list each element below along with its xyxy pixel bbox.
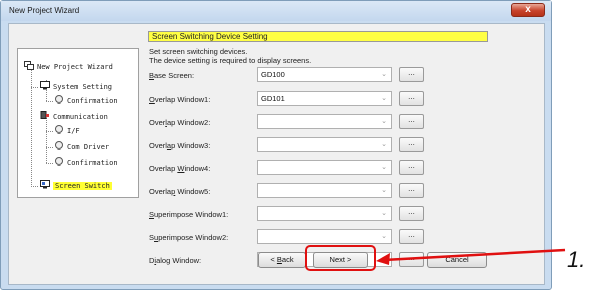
section-description: Set screen switching devices. The device… [149, 47, 311, 65]
overlap-window3-combo[interactable]: ⌄ [257, 137, 392, 152]
tree-item-screen-switch[interactable]: Screen Switch [40, 180, 112, 192]
chevron-down-icon: ⌄ [381, 164, 387, 171]
superimpose-window1-combo[interactable]: ⌄ [257, 206, 392, 221]
overlap-window2-combo[interactable]: ⌄ [257, 114, 392, 129]
tree-connector [46, 163, 53, 164]
system-setting-icon [40, 81, 50, 90]
com-driver-icon [55, 141, 63, 150]
screen-switch-icon [40, 180, 50, 189]
overlap-window2-label: Overlap Window2: [149, 118, 211, 127]
tree-connector [46, 101, 53, 102]
chevron-down-icon: ⌄ [381, 187, 387, 194]
description-line-2: The device setting is required to displa… [149, 56, 312, 65]
back-button[interactable]: < Back [258, 252, 306, 268]
close-button[interactable]: x [511, 3, 545, 17]
base-screen-label: Base Screen: [149, 71, 195, 80]
tree-item-if[interactable]: I/F [54, 125, 80, 137]
callout-step-label: 1. [567, 247, 586, 272]
next-button-highlight [305, 245, 376, 271]
dialog-window-label: Dialog Window: [149, 256, 202, 265]
wizard-step-tree: New Project Wizard System Setting Confir… [17, 48, 139, 198]
tree-connector [46, 118, 47, 163]
tree-item-label: New Project Wizard [37, 63, 113, 71]
chevron-down-icon: ⌄ [381, 141, 387, 148]
title-bar: New Project Wizard x [1, 1, 551, 21]
tree-item-label: Communication [53, 113, 108, 121]
overlap-window3-browse-button[interactable]: ... [399, 137, 424, 152]
description-line-1: Set screen switching devices. [149, 47, 248, 56]
base-screen-combo[interactable]: GD100 ⌄ [257, 67, 392, 82]
tree-connector [31, 87, 38, 88]
communication-icon [40, 111, 49, 119]
overlap-window5-combo[interactable]: ⌄ [257, 183, 392, 198]
tree-item-label: Confirmation [67, 159, 118, 167]
overlap-window4-browse-button[interactable]: ... [399, 160, 424, 175]
confirmation-icon [55, 157, 63, 166]
tree-item-communication[interactable]: Communication [40, 111, 108, 123]
tree-item-confirmation-1[interactable]: Confirmation [54, 95, 118, 107]
superimpose-window2-label: Superimpose Window2: [149, 233, 229, 242]
back-button-rest: ack [281, 255, 294, 264]
callout-arrow-icon [376, 248, 566, 265]
overlap-window3-label: Overlap Window3: [149, 141, 211, 150]
chevron-down-icon: ⌄ [381, 118, 387, 125]
superimpose-window1-browse-button[interactable]: ... [399, 206, 424, 221]
tree-item-com-driver[interactable]: Com Driver [54, 141, 109, 153]
confirmation-icon [55, 95, 63, 104]
base-screen-value: GD100 [261, 70, 285, 79]
overlap-window4-label: Overlap Window4: [149, 164, 211, 173]
tree-connector [31, 186, 38, 187]
window-title: New Project Wizard [9, 6, 80, 15]
chevron-down-icon: ⌄ [381, 210, 387, 217]
chevron-down-icon: ⌄ [381, 95, 387, 102]
section-header: Screen Switching Device Setting [148, 31, 488, 42]
project-wizard-icon [24, 61, 34, 70]
tree-item-label: Screen Switch [53, 182, 112, 190]
tree-item-label: Confirmation [67, 97, 118, 105]
tree-connector [46, 131, 53, 132]
overlap-window5-label: Overlap Window5: [149, 187, 211, 196]
tree-item-new-project-wizard[interactable]: New Project Wizard [24, 61, 113, 73]
tree-item-confirmation-2[interactable]: Confirmation [54, 157, 118, 169]
tree-item-label: I/F [67, 127, 80, 135]
overlap-window1-value: GD101 [261, 94, 285, 103]
overlap-window1-label: Overlap Window1: [149, 95, 211, 104]
tree-item-label: System Setting [53, 83, 113, 91]
chevron-down-icon: ⌄ [381, 71, 387, 78]
overlap-window1-browse-button[interactable]: ... [399, 91, 424, 106]
overlap-window2-browse-button[interactable]: ... [399, 114, 424, 129]
overlap-window4-combo[interactable]: ⌄ [257, 160, 392, 175]
base-screen-browse-button[interactable]: ... [399, 67, 424, 82]
tree-item-system-setting[interactable]: System Setting [40, 81, 112, 93]
tree-connector [46, 147, 53, 148]
superimpose-window1-label: Superimpose Window1: [149, 210, 229, 219]
overlap-window1-combo[interactable]: GD101 ⌄ [257, 91, 392, 106]
tree-item-label: Com Driver [67, 143, 110, 151]
overlap-window5-browse-button[interactable]: ... [399, 183, 424, 198]
interface-icon [55, 125, 63, 134]
